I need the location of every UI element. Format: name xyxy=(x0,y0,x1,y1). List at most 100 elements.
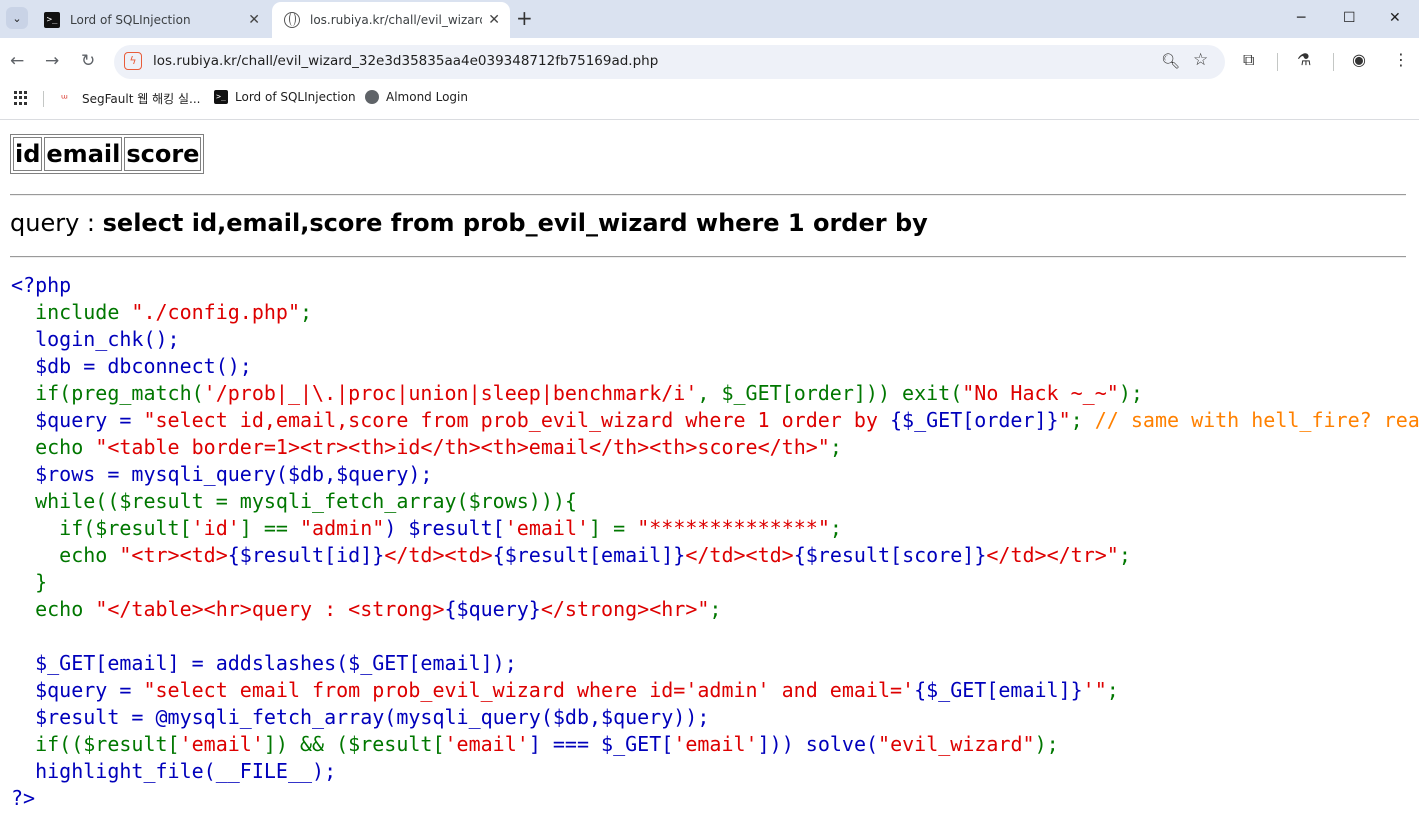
code-token: ; xyxy=(1118,543,1131,567)
maximize-button[interactable]: ☐ xyxy=(1343,10,1356,26)
code-line: login_chk(); xyxy=(35,327,180,351)
code-token: ; xyxy=(1106,678,1119,702)
tab-title: Lord of SQLInjection xyxy=(70,13,191,27)
close-window-button[interactable]: ✕ xyxy=(1389,10,1401,26)
code-token: ); xyxy=(1118,381,1143,405)
bookmark-label: SegFault 웹 해킹 실... xyxy=(82,92,201,106)
code-token: ])) solve( xyxy=(757,732,879,756)
segfault-icon: ᵚ xyxy=(61,91,68,105)
profile-icon[interactable]: ◉ xyxy=(1352,50,1366,69)
code-token: ] == xyxy=(239,516,301,540)
code-token: ; xyxy=(829,516,842,540)
column-header-email: email xyxy=(44,137,123,171)
toolbar-divider xyxy=(1333,53,1334,71)
code-token: '" xyxy=(1082,678,1107,702)
code-token: {$result[id]} xyxy=(227,543,385,567)
close-icon[interactable]: ✕ xyxy=(488,12,500,28)
bookmark-segfault[interactable]: ᵚ SegFault 웹 해킹 실... xyxy=(61,90,200,107)
code-token: } xyxy=(35,570,48,594)
code-token: </td></tr>" xyxy=(986,543,1119,567)
code-token: "./config.php" xyxy=(131,300,300,324)
bookmark-lord-of-sqlinjection[interactable]: >_ Lord of SQLInjection xyxy=(214,90,356,104)
code-token: " xyxy=(1058,408,1071,432)
arrow-left-icon: ← xyxy=(10,51,25,71)
code-token: ] === $_GET[ xyxy=(528,732,674,756)
apps-grid-icon[interactable] xyxy=(14,91,28,105)
code-token: </td><td> xyxy=(384,543,493,567)
reload-button[interactable]: ↻ xyxy=(81,51,95,71)
extensions-icon[interactable]: ⧉ xyxy=(1243,50,1254,70)
tab-evil-wizard[interactable]: los.rubiya.kr/chall/evil_wizard_32e3d358… xyxy=(272,2,510,38)
code-token: if(($result[ xyxy=(35,732,180,756)
bookmark-almond-login[interactable]: Almond Login xyxy=(365,90,468,104)
horizontal-rule xyxy=(10,256,1406,258)
zoom-icon[interactable]: 🔍︎ xyxy=(1161,52,1180,70)
result-table: id email score xyxy=(10,134,205,174)
code-token: 'email' xyxy=(504,516,590,540)
site-info-icon[interactable]: ϟ xyxy=(124,52,142,70)
toolbar-divider xyxy=(1277,53,1278,71)
code-token: "<table border=1><tr><th>id</th><th>emai… xyxy=(95,435,830,459)
table-header-row: id email score xyxy=(13,137,202,171)
code-token: 'id' xyxy=(191,516,240,540)
terminal-icon: >_ xyxy=(214,90,228,104)
code-token: "No Hack ~_~" xyxy=(962,381,1119,405)
code-token: <?php xyxy=(11,273,72,297)
code-token: ] = xyxy=(589,516,638,540)
url-text[interactable]: los.rubiya.kr/chall/evil_wizard_32e3d358… xyxy=(153,53,658,69)
tab-title: los.rubiya.kr/chall/evil_wizard_32e3d358… xyxy=(310,13,482,27)
minimize-button[interactable]: ─ xyxy=(1297,10,1305,26)
page-content: id email score query : select id,email,s… xyxy=(0,120,1419,818)
bookmarks-divider xyxy=(43,91,44,107)
code-token: ]) && ($result[ xyxy=(263,732,445,756)
back-button[interactable]: ← xyxy=(10,51,24,71)
code-token: {$_GET[order]} xyxy=(890,408,1059,432)
tab-strip: ⌄ >_ Lord of SQLInjection ✕ los.rubiya.k… xyxy=(0,0,1419,38)
query-text: select id,email,score from prob_evil_wiz… xyxy=(102,209,928,237)
bookmark-label: Almond Login xyxy=(386,90,468,104)
labs-flask-icon[interactable]: ⚗ xyxy=(1297,50,1311,69)
code-token: echo xyxy=(35,435,96,459)
new-tab-button[interactable]: + xyxy=(516,8,533,28)
code-token: if(preg_match( xyxy=(35,381,204,405)
code-token: , $_GET[order])) exit( xyxy=(697,381,963,405)
forward-button[interactable]: → xyxy=(45,51,59,71)
query-line: query : select id,email,score from prob_… xyxy=(10,209,928,237)
code-line: highlight_file(__FILE__); xyxy=(35,759,337,783)
code-token: echo xyxy=(59,543,120,567)
close-icon[interactable]: ✕ xyxy=(248,12,260,28)
address-bar[interactable]: ϟ los.rubiya.kr/chall/evil_wizard_32e3d3… xyxy=(114,45,1225,79)
code-token: ; xyxy=(829,435,842,459)
code-token: if($result[ xyxy=(59,516,192,540)
globe-icon xyxy=(365,90,379,104)
tab-lord-of-sqlinjection[interactable]: >_ Lord of SQLInjection ✕ xyxy=(32,2,270,38)
code-token: ; xyxy=(300,300,313,324)
code-token: {$result[email]} xyxy=(492,543,686,567)
code-token: ); xyxy=(1034,732,1059,756)
tab-search-button[interactable]: ⌄ xyxy=(6,7,28,29)
code-token: </td><td> xyxy=(685,543,794,567)
code-token: "<tr><td> xyxy=(119,543,228,567)
chevron-down-icon: ⌄ xyxy=(12,11,22,25)
code-token: "select id,email,score from prob_evil_wi… xyxy=(143,408,891,432)
code-token: ?> xyxy=(11,786,36,810)
code-token: 'email' xyxy=(444,732,529,756)
code-token: ; xyxy=(1070,408,1095,432)
code-token: ; xyxy=(709,597,722,621)
column-header-id: id xyxy=(13,137,43,171)
code-line: $_GET[email] = addslashes($_GET[email]); xyxy=(35,651,517,675)
code-token: $query = xyxy=(35,678,144,702)
code-line: while(($result = mysqli_fetch_array($row… xyxy=(35,489,577,513)
globe-icon xyxy=(284,12,300,28)
query-label: query : xyxy=(10,209,103,237)
menu-kebab-icon[interactable]: ⋮ xyxy=(1393,50,1409,69)
code-token: '/prob|_|\.|proc|union|sleep|benchmark/i… xyxy=(203,381,698,405)
horizontal-rule xyxy=(10,194,1406,196)
code-token: 'email' xyxy=(179,732,264,756)
bookmark-star-icon[interactable]: ☆ xyxy=(1193,50,1208,70)
browser-toolbar: ← → ↻ ϟ los.rubiya.kr/chall/evil_wizard_… xyxy=(0,38,1419,86)
code-line: $db = dbconnect(); xyxy=(35,354,252,378)
code-token: {$result[score]} xyxy=(793,543,987,567)
code-token: "admin" xyxy=(300,516,385,540)
code-token: "**************" xyxy=(637,516,830,540)
